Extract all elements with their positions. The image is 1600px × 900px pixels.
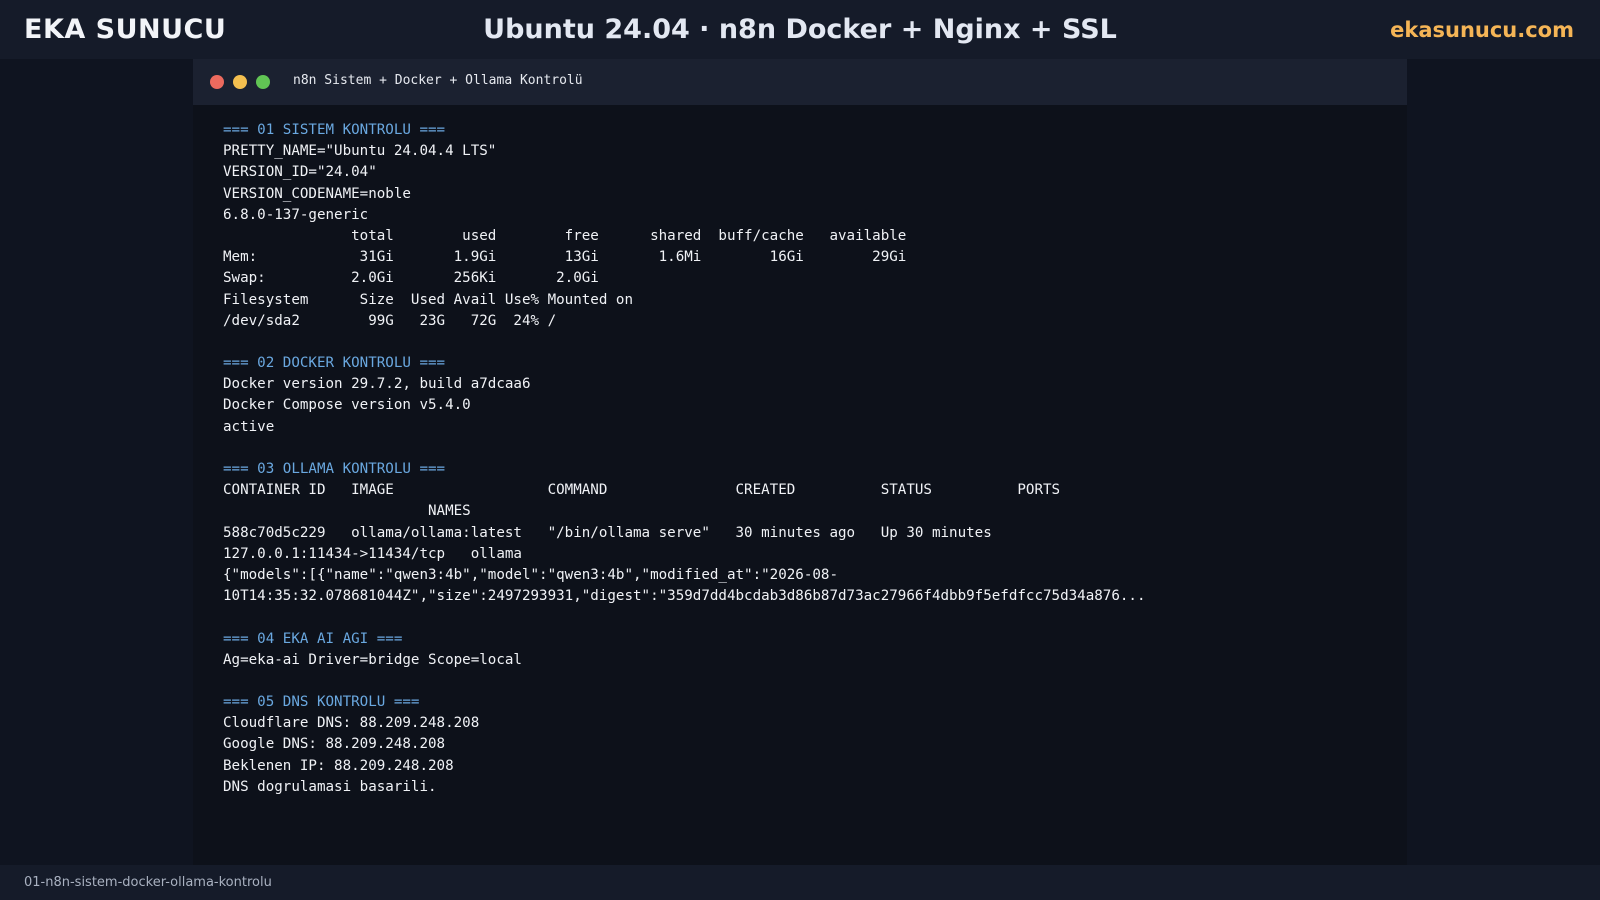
terminal-section-header: === 02 DOCKER KONTROLU === [223,355,446,372]
top-bar: EKA SUNUCU Ubuntu 24.04 · n8n Docker + N… [0,0,1600,59]
maximize-window-icon[interactable] [256,75,270,89]
terminal-output[interactable]: === 01 SISTEM KONTROLU === PRETTY_NAME="U… [193,105,1407,798]
terminal-titlebar: n8n Sistem + Docker + Ollama Kontrolü [193,59,1407,105]
terminal-line: VERSION_ID="24.04" [223,164,377,181]
close-window-icon[interactable] [210,75,224,89]
terminal-line: Mem: 31Gi 1.9Gi 13Gi 1.6Mi 16Gi 29Gi [223,249,907,266]
terminal-line: 588c70d5c229 ollama/ollama:latest "/bin/… [223,524,992,541]
terminal-line: 127.0.0.1:11434->11434/tcp ollama [223,545,522,562]
terminal-window: n8n Sistem + Docker + Ollama Kontrolü ==… [193,59,1407,865]
terminal-section-header: === 05 DNS KONTROLU === [223,694,420,711]
site-url[interactable]: ekasunucu.com [1390,18,1574,42]
terminal-title: n8n Sistem + Docker + Ollama Kontrolü [293,73,583,88]
brand-name: EKA SUNUCU [24,14,227,45]
page-title: Ubuntu 24.04 · n8n Docker + Nginx + SSL [483,14,1117,45]
terminal-line: CONTAINER ID IMAGE COMMAND CREATED STATU… [223,482,1061,499]
terminal-line: Swap: 2.0Gi 256Ki 2.0Gi [223,270,599,287]
terminal-section-header: === 03 OLLAMA KONTROLU === [223,461,446,477]
terminal-line: Ag=eka-ai Driver=bridge Scope=local [223,651,522,668]
terminal-line: active [223,418,275,435]
terminal-line: 6.8.0-137-generic [223,206,369,223]
footer-bar: 01-n8n-sistem-docker-ollama-kontrolu [0,865,1600,900]
terminal-line: DNS dogrulamasi basarili. [223,778,437,795]
terminal-line: Docker Compose version v5.4.0 [223,397,471,414]
terminal-line: /dev/sda2 99G 23G 72G 24% / [223,312,557,329]
terminal-line: Filesystem Size Used Avail Use% Mounted … [223,291,633,308]
terminal-line: Google DNS: 88.209.248.208 [223,736,446,753]
terminal-line: Beklenen IP: 88.209.248.208 [223,757,454,774]
terminal-line: Docker version 29.7.2, build a7dcaa6 [223,376,531,393]
minimize-window-icon[interactable] [233,75,247,89]
terminal-line: VERSION_CODENAME=noble [223,185,411,202]
terminal-line: Cloudflare DNS: 88.209.248.208 [223,715,480,732]
terminal-line: total used free shared buff/cache availa… [223,227,907,244]
terminal-section-header: === 01 SISTEM KONTROLU === [223,122,446,138]
terminal-line: NAMES [223,503,471,520]
terminal-line: PRETTY_NAME="Ubuntu 24.04.4 LTS" [223,143,497,160]
terminal-line: {"models":[{"name":"qwen3:4b","model":"q… [223,566,838,583]
terminal-line: 10T14:35:32.078681044Z","size":249729393… [223,588,1146,605]
terminal-section-header: === 04 EKA AI AGI === [223,630,403,647]
footer-label: 01-n8n-sistem-docker-ollama-kontrolu [24,875,272,890]
